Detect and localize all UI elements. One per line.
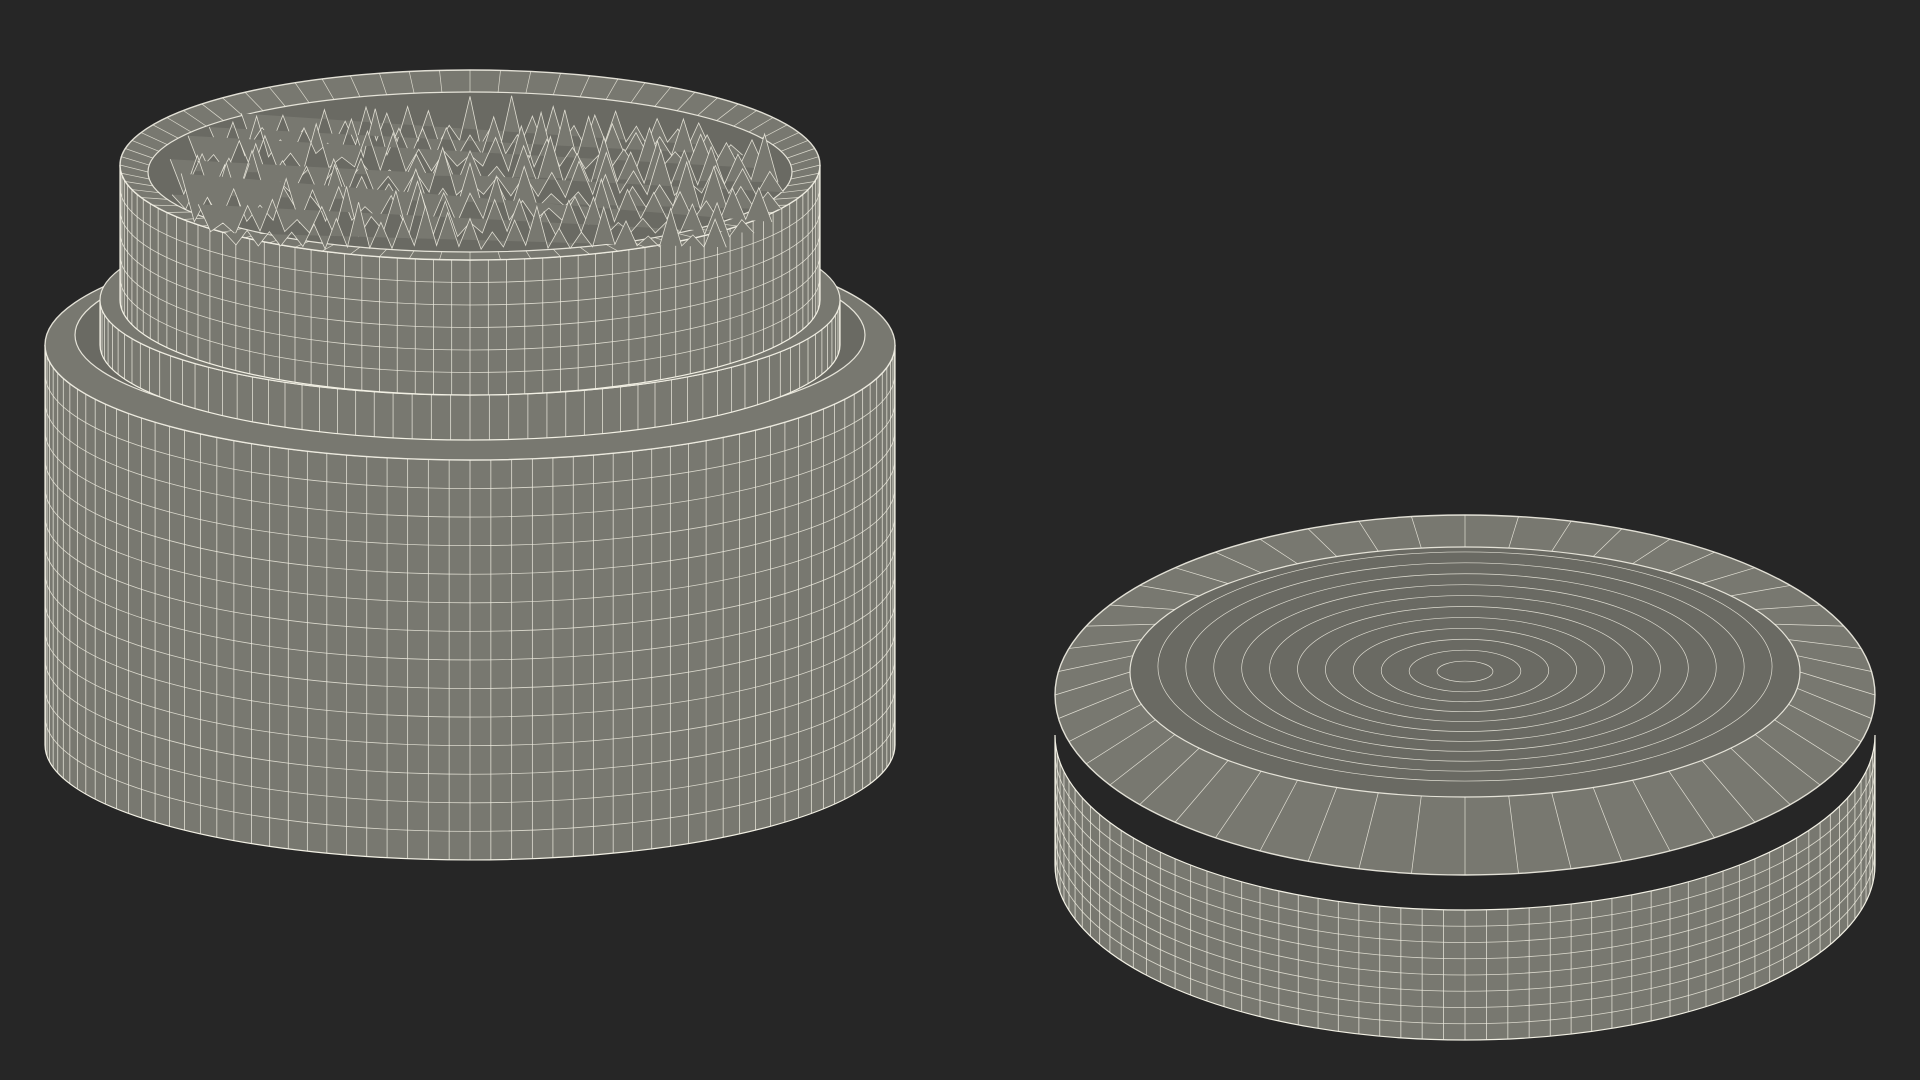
render-viewport [0,0,1920,1080]
wire-line [166,211,192,213]
wireframe-render [0,0,1920,1080]
cosmetic-jar-lid [1054,514,1876,1041]
cosmetic-jar-body [44,69,896,861]
